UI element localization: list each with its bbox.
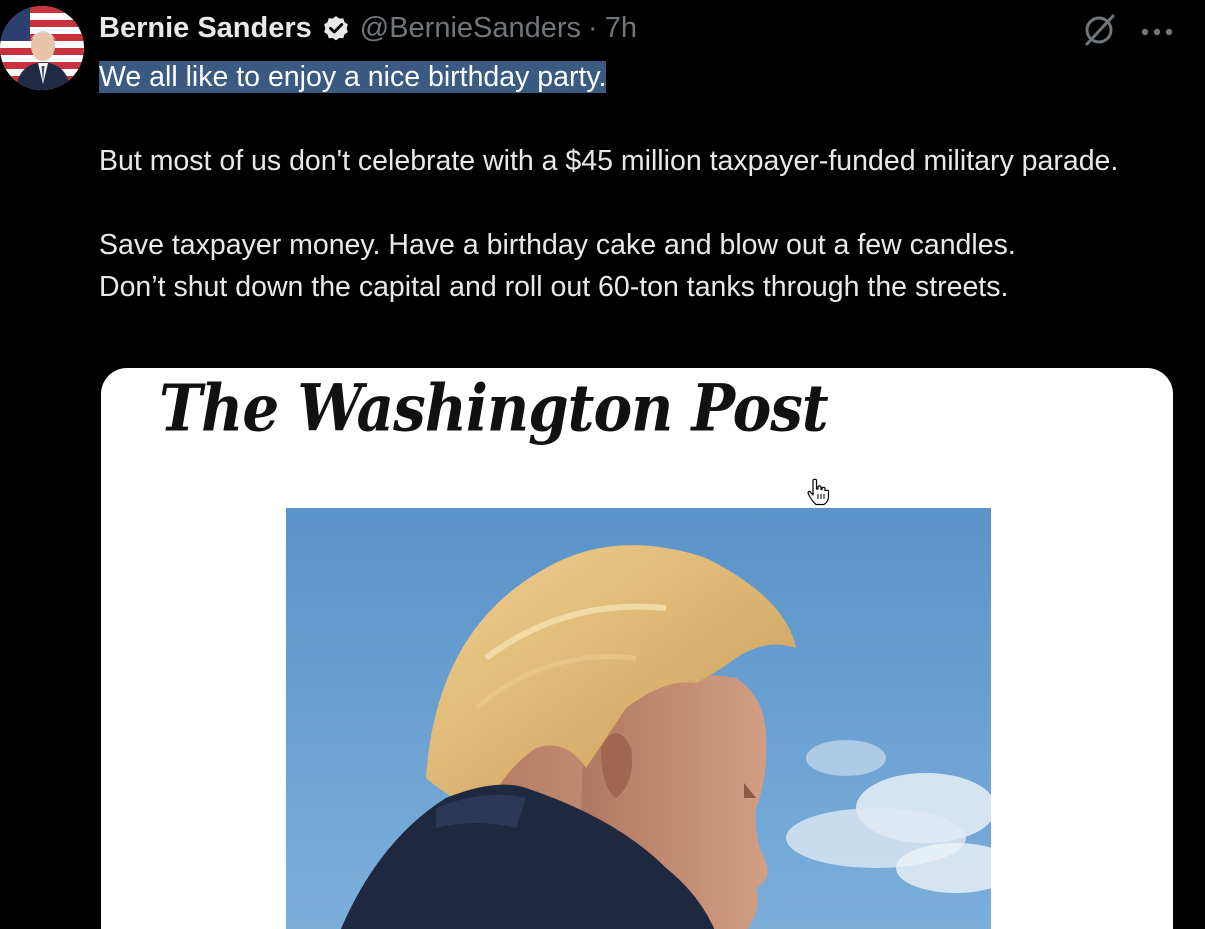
tweet-text-paragraph-2: But most of us don't celebrate with a $4… [99,145,1119,177]
hand-cursor-icon [806,478,830,506]
tweet-text-line-1: We all like to enjoy a nice birthday par… [99,61,607,93]
media-card[interactable]: The Washington Post [101,368,1173,929]
more-icon[interactable] [1140,24,1174,36]
tweet-text-paragraph-3-line-2: Don’t shut down the capital and roll out… [99,271,1009,303]
grok-icon[interactable] [1081,12,1117,48]
tweet-text-paragraph-3-line-1: Save taxpayer money. Have a birthday cak… [99,229,1016,261]
masthead-logo: The Washington Post [159,370,829,447]
article-photo[interactable] [286,508,991,929]
author-name[interactable]: Bernie Sanders [99,12,312,45]
separator: · [588,11,598,44]
verified-badge-icon[interactable] [321,13,351,43]
timestamp[interactable]: 7h [605,12,637,45]
tweet-text[interactable]: We all like to enjoy a nice birthday par… [99,56,1179,308]
avatar[interactable] [0,6,84,90]
tweet-header: Bernie Sanders @BernieSanders · 7h [99,8,637,48]
author-handle[interactable]: @BernieSanders [360,12,581,45]
